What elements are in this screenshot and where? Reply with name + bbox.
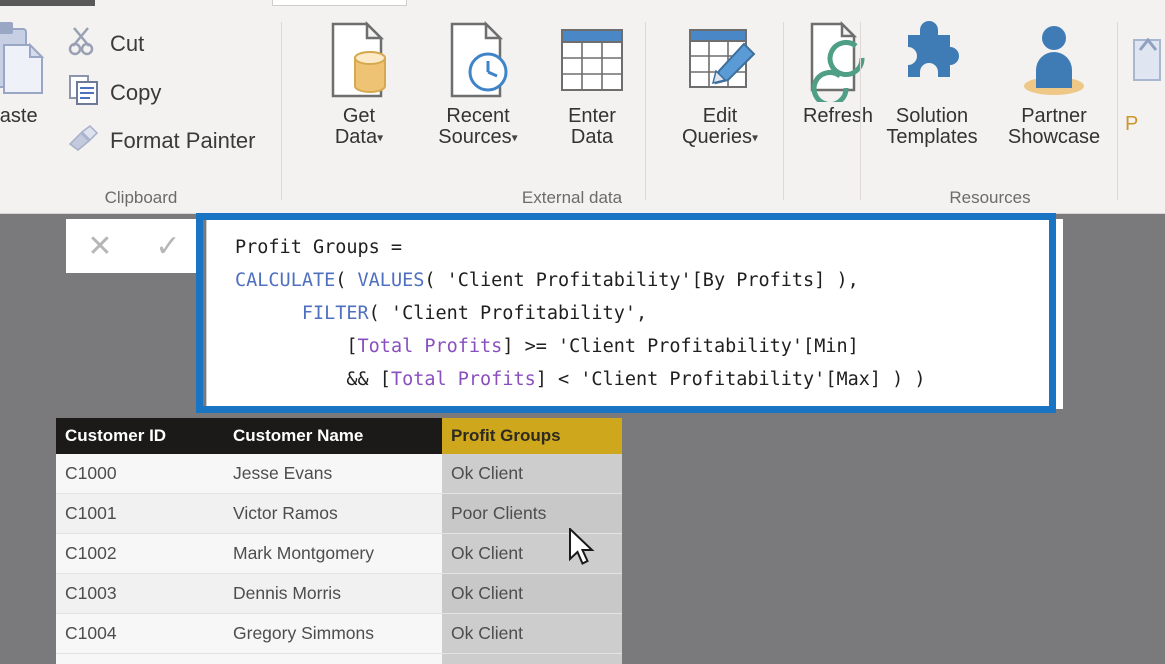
enter-data-button[interactable]: Enter Data [545, 14, 639, 148]
format-painter-icon [68, 124, 100, 157]
formula-line: CALCULATE( VALUES( 'Client Profitability… [235, 270, 859, 291]
partner-showcase-button[interactable]: Partner Showcase [994, 14, 1114, 148]
table-cell[interactable]: Dennis Morris [224, 574, 442, 614]
table-body: C1000 Jesse Evans Ok Client C1001 Victor Ram… [56, 454, 622, 664]
format-painter-label: Format Painter [110, 127, 256, 153]
table-cell[interactable] [56, 654, 224, 664]
mouse-cursor [568, 526, 598, 575]
table-cell[interactable] [224, 654, 442, 664]
resources-group-label: Resources [949, 188, 1031, 207]
table-cell[interactable] [442, 654, 622, 664]
copy-label: Copy [110, 79, 162, 105]
table-cell[interactable]: Ok Client [442, 614, 622, 654]
cancel-formula-icon[interactable]: ✕ [87, 229, 112, 264]
publish-icon [1125, 22, 1165, 114]
copy-button[interactable]: Copy [68, 74, 161, 111]
puzzle-piece-icon [872, 14, 992, 106]
chevron-down-icon[interactable]: ▾ [512, 130, 518, 144]
column-header-customer-name[interactable]: Customer Name [224, 418, 442, 454]
table-cell[interactable]: Victor Ramos [224, 494, 442, 534]
publish-button[interactable]: P [1125, 22, 1165, 135]
scissors-icon [68, 26, 100, 61]
ribbon-group-resources: Solution Templates Partner Showcase Reso… [862, 8, 1118, 214]
edit-queries-button[interactable]: Edit Queries▾ [661, 14, 779, 148]
get-data-icon [307, 14, 411, 106]
edit-queries-label: Edit Queries [681, 105, 752, 148]
formula-bar-actions: ✕ ✓ [66, 219, 202, 273]
table-cell[interactable]: Mark Montgomery [224, 534, 442, 574]
recent-sources-icon [413, 14, 543, 106]
publish-label: P [1125, 113, 1139, 135]
active-tab-indicator[interactable] [0, 0, 95, 6]
table-row[interactable]: C1004 Gregory Simmons Ok Client [56, 614, 622, 654]
ribbon-tab-strip [0, 0, 1165, 8]
group-separator [645, 22, 646, 200]
enter-data-label: Enter Data [568, 105, 616, 148]
cut-button[interactable]: Cut [68, 26, 144, 61]
get-data-button[interactable]: Get Data▾ [307, 14, 411, 148]
commit-formula-icon[interactable]: ✓ [155, 229, 180, 264]
column-header-profit-groups[interactable]: Profit Groups [442, 418, 622, 454]
table-cell[interactable]: C1000 [56, 454, 224, 494]
chevron-down-icon[interactable]: ▾ [377, 130, 383, 144]
formula-line: [Total Profits] >= 'Client Profitability… [235, 336, 859, 357]
group-separator [1117, 22, 1118, 200]
recent-sources-label: Recent Sources [438, 105, 512, 148]
table-row[interactable]: C1002 Mark Montgomery Ok Client [56, 534, 622, 574]
formula-line: Profit Groups = [235, 237, 403, 258]
partner-person-icon [994, 14, 1114, 106]
table-cell[interactable]: Gregory Simmons [224, 614, 442, 654]
table-cell[interactable]: C1003 [56, 574, 224, 614]
formula-code: Profit Groups = CALCULATE( VALUES( 'Clien… [235, 231, 1057, 396]
paste-button[interactable]: Paste [0, 14, 54, 127]
table-cell[interactable]: Jesse Evans [224, 454, 442, 494]
table-cell[interactable]: C1004 [56, 614, 224, 654]
external-data-group-label: External data [521, 188, 623, 207]
formula-bar-area: ✕ ✓ Profit Groups = CALCULATE( VALUES( 'C… [0, 214, 1165, 418]
formula-line: && [Total Profits] < 'Client Profitabili… [235, 369, 926, 390]
data-table: Customer ID Customer Name Profit Groups … [56, 418, 622, 664]
edit-queries-icon [661, 14, 779, 106]
get-data-label: Get Data [334, 105, 378, 148]
formula-line: FILTER( 'Client Profitability', [301, 303, 648, 324]
clipboard-group-label: Clipboard [104, 188, 178, 207]
cut-label: Cut [110, 30, 145, 56]
table-row[interactable]: C1003 Dennis Morris Ok Client [56, 574, 622, 614]
table-row[interactable] [56, 654, 622, 664]
tab-panel-edge [272, 0, 407, 6]
table-cell[interactable]: Ok Client [442, 574, 622, 614]
column-header-customer-id[interactable]: Customer ID [56, 418, 224, 454]
format-painter-button[interactable]: Format Painter [68, 124, 256, 157]
partner-showcase-label: Partner Showcase [1007, 105, 1101, 148]
copy-icon [68, 74, 100, 111]
group-separator [281, 22, 282, 200]
formula-input[interactable]: Profit Groups = CALCULATE( VALUES( 'Clien… [206, 219, 1063, 409]
paste-label: Paste [0, 105, 38, 127]
table-row[interactable]: C1000 Jesse Evans Ok Client [56, 454, 622, 494]
group-separator [860, 22, 861, 200]
ribbon-group-share: P [1119, 16, 1165, 222]
table-cell[interactable]: C1001 [56, 494, 224, 534]
ribbon-group-external-data: Get Data▾ Recent Sources▾ Enter Data Edi… [283, 8, 873, 214]
recent-sources-button[interactable]: Recent Sources▾ [413, 14, 543, 148]
power-bi-window: Paste Cut [0, 0, 1165, 664]
solution-templates-label: Solution Templates [886, 105, 978, 148]
table-header-row: Customer ID Customer Name Profit Groups [56, 418, 622, 454]
ribbon: Paste Cut [0, 0, 1165, 214]
chevron-down-icon[interactable]: ▾ [752, 130, 758, 144]
ribbon-group-clipboard: Paste Cut [0, 8, 282, 214]
table-cell[interactable]: C1002 [56, 534, 224, 574]
ribbon-body: Paste Cut [0, 8, 1165, 214]
table-row[interactable]: C1001 Victor Ramos Poor Clients [56, 494, 622, 534]
solution-templates-button[interactable]: Solution Templates [872, 14, 992, 148]
enter-data-icon [545, 14, 639, 106]
paste-icon [0, 14, 54, 106]
table-cell[interactable]: Ok Client [442, 454, 622, 494]
